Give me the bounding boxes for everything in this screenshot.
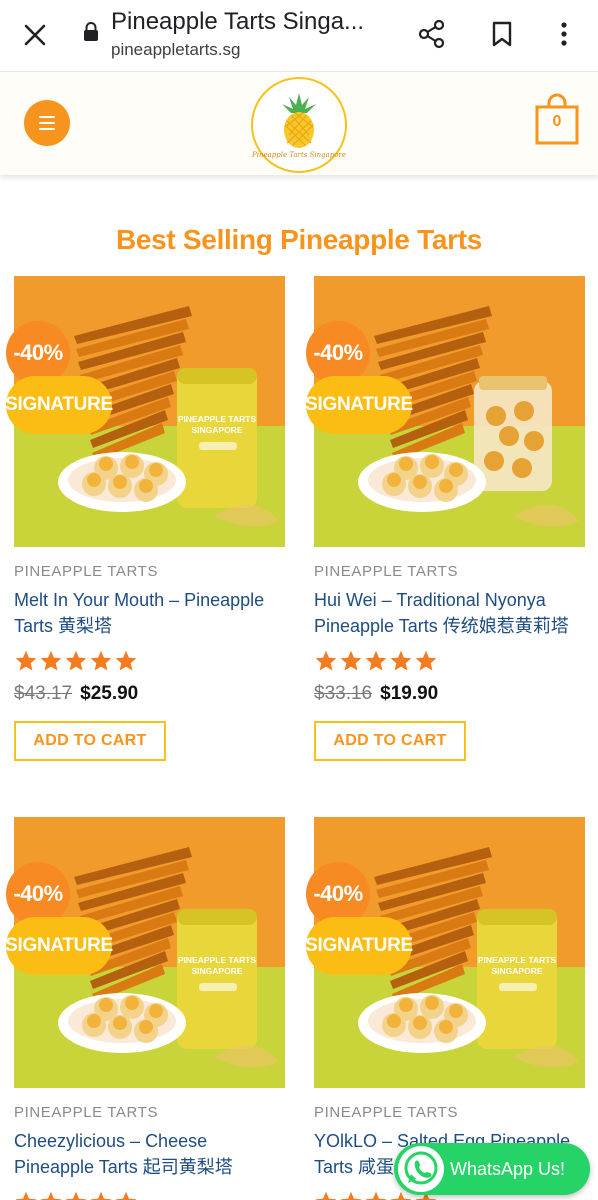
section-title: Best Selling Pineapple Tarts bbox=[115, 224, 483, 255]
signature-badge: SIGNATURE bbox=[5, 376, 113, 434]
star-icon bbox=[114, 649, 138, 678]
whatsapp-button[interactable]: WhatsApp Us! bbox=[394, 1143, 590, 1195]
menu-button[interactable] bbox=[24, 100, 70, 146]
add-to-cart-button[interactable]: ADD TO CART bbox=[14, 721, 166, 761]
svg-text:SINGAPORE: SINGAPORE bbox=[191, 425, 242, 435]
star-rating bbox=[14, 1190, 138, 1200]
logo-text: Pineapple Tarts Singapore bbox=[252, 151, 346, 159]
star-icon bbox=[364, 1190, 388, 1200]
star-icon bbox=[114, 1190, 138, 1200]
add-to-cart-button[interactable]: ADD TO CART bbox=[314, 721, 466, 761]
product-category[interactable]: PINEAPPLE TARTS bbox=[14, 563, 158, 580]
star-icon bbox=[314, 649, 338, 678]
product-price: $43.17 $25.90 bbox=[14, 683, 138, 705]
star-icon bbox=[339, 1190, 363, 1200]
star-rating bbox=[314, 649, 438, 678]
product-category[interactable]: PINEAPPLE TARTS bbox=[314, 1104, 458, 1121]
lock-icon bbox=[84, 22, 98, 41]
whatsapp-label: WhatsApp Us! bbox=[450, 1158, 566, 1179]
star-icon bbox=[89, 649, 113, 678]
product-name-link[interactable]: Hui Wei – Traditional Nyonya Pineapple T… bbox=[314, 587, 589, 639]
close-icon[interactable] bbox=[18, 18, 52, 52]
signature-badge: SIGNATURE bbox=[5, 917, 113, 975]
browser-toolbar: Pineapple Tarts Singa... pineappletarts.… bbox=[0, 0, 598, 72]
star-icon bbox=[14, 649, 38, 678]
hamburger-line-icon bbox=[39, 116, 55, 118]
product-price: $33.16 $19.90 bbox=[314, 683, 438, 705]
star-icon bbox=[339, 649, 363, 678]
star-icon bbox=[39, 649, 63, 678]
product-name-link[interactable]: Cheezylicious – Cheese Pineapple Tarts 起… bbox=[14, 1128, 289, 1180]
svg-text:PINEAPPLE TARTS: PINEAPPLE TARTS bbox=[478, 955, 557, 965]
original-price: $33.16 bbox=[314, 683, 373, 704]
star-icon bbox=[64, 1190, 88, 1200]
sale-price: $25.90 bbox=[80, 683, 139, 704]
star-icon bbox=[89, 1190, 113, 1200]
svg-text:SINGAPORE: SINGAPORE bbox=[191, 966, 242, 976]
share-icon[interactable] bbox=[414, 16, 450, 52]
hamburger-line-icon bbox=[39, 128, 55, 130]
more-options-icon[interactable] bbox=[546, 16, 582, 52]
bookmark-icon[interactable] bbox=[484, 16, 520, 52]
star-icon bbox=[414, 649, 438, 678]
star-icon bbox=[14, 1190, 38, 1200]
star-icon bbox=[39, 1190, 63, 1200]
signature-badge: SIGNATURE bbox=[305, 376, 413, 434]
sale-price: $19.90 bbox=[380, 683, 439, 704]
site-header: Pineapple Tarts Singapore 0 bbox=[0, 73, 598, 175]
star-icon bbox=[389, 649, 413, 678]
svg-text:PINEAPPLE TARTS: PINEAPPLE TARTS bbox=[178, 414, 257, 424]
star-icon bbox=[314, 1190, 338, 1200]
site-logo[interactable]: Pineapple Tarts Singapore bbox=[251, 77, 347, 173]
star-icon bbox=[364, 649, 388, 678]
star-rating bbox=[14, 649, 138, 678]
cart-count: 0 bbox=[552, 113, 562, 130]
product-category[interactable]: PINEAPPLE TARTS bbox=[14, 1104, 158, 1121]
star-icon bbox=[64, 649, 88, 678]
page-url: pineappletarts.sg bbox=[111, 40, 241, 59]
original-price: $43.17 bbox=[14, 683, 73, 704]
svg-text:PINEAPPLE TARTS: PINEAPPLE TARTS bbox=[178, 955, 257, 965]
product-name-link[interactable]: Melt In Your Mouth – Pineapple Tarts 黄梨塔 bbox=[14, 587, 289, 639]
page-title: Pineapple Tarts Singa... bbox=[111, 8, 365, 35]
pineapple-logo-icon bbox=[282, 93, 316, 148]
whatsapp-icon bbox=[398, 1146, 444, 1192]
signature-badge: SIGNATURE bbox=[305, 917, 413, 975]
product-category[interactable]: PINEAPPLE TARTS bbox=[314, 563, 458, 580]
svg-text:SINGAPORE: SINGAPORE bbox=[491, 966, 542, 976]
hamburger-line-icon bbox=[39, 122, 55, 124]
